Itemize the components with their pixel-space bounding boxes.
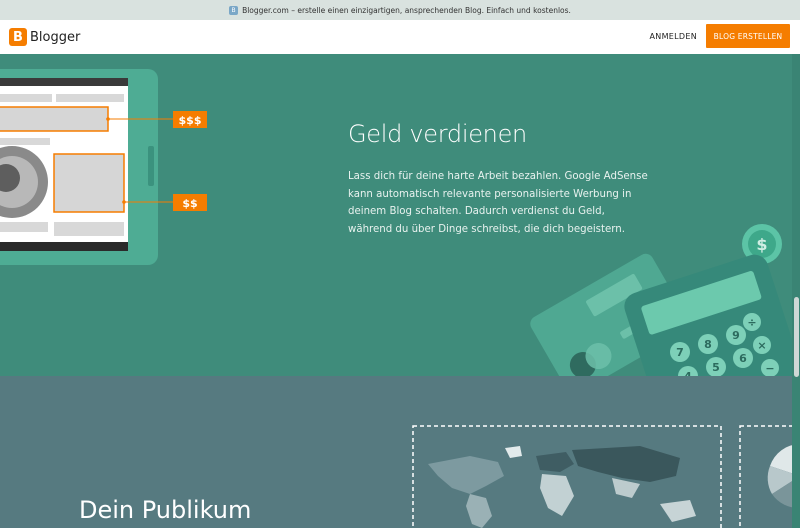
calc-key: − xyxy=(765,362,774,375)
logo-text: Blogger xyxy=(30,29,81,45)
section-description-monetize: Lass dich für deine harte Arbeit bezahle… xyxy=(348,171,648,235)
connector-dot xyxy=(122,200,126,204)
login-link[interactable]: ANMELDEN xyxy=(650,32,697,41)
window-title: Blogger.com – erstelle einen einzigartig… xyxy=(242,5,571,15)
audience-section: Dein Publikum xyxy=(0,376,800,528)
section-title-audience: Dein Publikum xyxy=(79,496,252,524)
ad-slot-banner xyxy=(0,106,109,132)
calc-key: 8 xyxy=(704,338,712,351)
window-titlebar: B Blogger.com – erstelle einen einzigart… xyxy=(0,0,800,21)
section-title-monetize: Geld verdienen xyxy=(348,120,527,148)
placeholder-bar xyxy=(0,94,52,102)
blogger-logo-icon: B xyxy=(9,28,27,46)
calc-key: 6 xyxy=(739,352,747,365)
calc-key: ÷ xyxy=(747,316,756,329)
blogger-favicon-icon: B xyxy=(229,5,239,15)
connector-dot xyxy=(106,117,110,121)
calc-key: × xyxy=(757,339,766,352)
price-tag-small-label: $$ xyxy=(182,197,197,210)
scrollbar-thumb[interactable] xyxy=(794,297,799,377)
calc-key: 5 xyxy=(712,361,720,374)
monetize-section: $$$ $$ $ 7 8 9 4 5 6 ÷ × − xyxy=(0,54,800,376)
calc-key: 7 xyxy=(676,346,684,359)
tablet-statusbar xyxy=(0,78,128,86)
placeholder-bar xyxy=(0,222,48,232)
placeholder-bar xyxy=(0,138,50,145)
create-blog-button[interactable]: BLOG ERSTELLEN xyxy=(706,24,790,48)
tablet-button xyxy=(148,146,154,186)
tablet-navbar xyxy=(0,242,128,251)
coin-dollar-icon: $ xyxy=(756,235,767,254)
page-scrollbar[interactable] xyxy=(792,54,800,528)
calc-key: 9 xyxy=(732,329,740,342)
placeholder-bar xyxy=(56,94,124,102)
ad-slot-box xyxy=(53,153,125,213)
site-header: B Blogger ANMELDEN BLOG ERSTELLEN xyxy=(0,20,800,54)
world-map-image xyxy=(428,446,696,528)
blogger-logo[interactable]: B Blogger xyxy=(9,28,80,46)
placeholder-bar xyxy=(54,222,124,236)
price-tag-large-label: $$$ xyxy=(179,114,202,127)
